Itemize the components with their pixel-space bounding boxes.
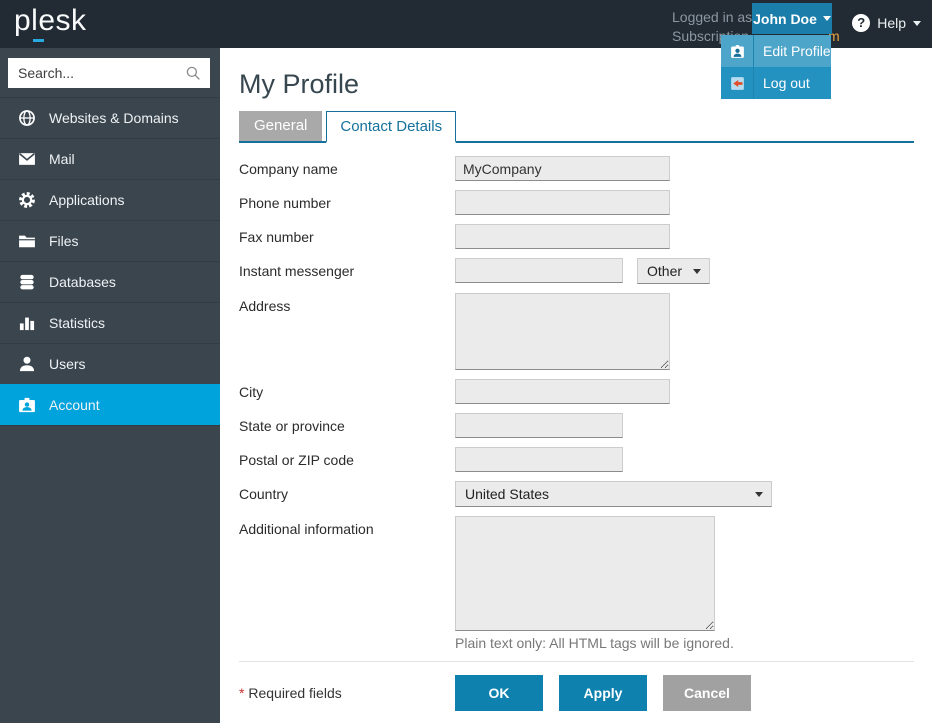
help-button[interactable]: ? Help	[852, 14, 921, 32]
sidebar-item-label: Statistics	[49, 315, 105, 331]
sidebar-nav: Websites & Domains Mail Applications Fil…	[0, 97, 220, 426]
required-asterisk: *	[239, 685, 244, 701]
folder-icon	[17, 231, 37, 251]
sidebar-item-files[interactable]: Files	[0, 220, 220, 261]
form-row: City	[239, 379, 914, 404]
profile-badge-icon	[721, 35, 754, 67]
logged-in-as-label: Logged in as	[672, 9, 752, 25]
search-input[interactable]	[8, 65, 184, 81]
ok-button[interactable]: OK	[455, 675, 543, 711]
sidebar-item-account[interactable]: Account	[0, 384, 220, 425]
state-province-label: State or province	[239, 413, 455, 434]
form-footer: * Required fields OK Apply Cancel	[239, 675, 914, 711]
plain-text-hint: Plain text only: All HTML tags will be i…	[455, 635, 914, 651]
caret-down-icon	[913, 21, 921, 26]
user-menu-button[interactable]: John Doe	[752, 3, 832, 34]
tab-bar: General Contact Details	[239, 111, 914, 143]
form-row: Company name	[239, 156, 914, 181]
form-row: Phone number	[239, 190, 914, 215]
sidebar-item-databases[interactable]: Databases	[0, 261, 220, 302]
sidebar: Websites & Domains Mail Applications Fil…	[0, 48, 220, 723]
sidebar-item-label: Users	[49, 356, 86, 372]
required-fields-note: * Required fields	[239, 675, 455, 701]
instant-messenger-input[interactable]	[455, 258, 623, 283]
form-row: Country United States	[239, 481, 914, 507]
company-name-input[interactable]	[455, 156, 670, 181]
sidebar-item-applications[interactable]: Applications	[0, 179, 220, 220]
sidebar-item-statistics[interactable]: Statistics	[0, 302, 220, 343]
form-row: State or province	[239, 413, 914, 438]
additional-information-label: Additional information	[239, 516, 455, 537]
phone-number-label: Phone number	[239, 190, 455, 211]
tab-general[interactable]: General	[239, 111, 322, 141]
form-row: Additional information	[239, 516, 914, 631]
globe-icon	[17, 108, 37, 128]
required-note-label: Required fields	[248, 685, 341, 701]
sidebar-item-label: Databases	[49, 274, 116, 290]
address-textarea[interactable]	[455, 293, 670, 370]
cancel-button[interactable]: Cancel	[663, 675, 751, 711]
state-province-input[interactable]	[455, 413, 623, 438]
postal-zip-input[interactable]	[455, 447, 623, 472]
footer-divider	[239, 661, 914, 662]
id-badge-icon	[17, 395, 37, 415]
instant-messenger-type-select[interactable]: Other	[637, 258, 710, 284]
phone-number-input[interactable]	[455, 190, 670, 215]
form-row: Address	[239, 293, 914, 370]
search-icon[interactable]	[184, 64, 202, 82]
bar-chart-icon	[17, 313, 37, 333]
select-value: United States	[465, 486, 549, 502]
fax-number-label: Fax number	[239, 224, 455, 245]
menu-item-logout[interactable]: Log out	[721, 67, 831, 99]
plesk-logo: plesk	[14, 4, 87, 38]
city-input[interactable]	[455, 379, 670, 404]
user-name-label: John Doe	[753, 11, 817, 27]
sidebar-item-label: Account	[49, 397, 100, 413]
additional-information-textarea[interactable]	[455, 516, 715, 631]
main-content: My Profile General Contact Details Compa…	[220, 48, 932, 723]
user-icon	[17, 354, 37, 374]
city-label: City	[239, 379, 455, 400]
user-dropdown-menu: Edit Profile Log out	[721, 35, 831, 99]
apply-button[interactable]: Apply	[559, 675, 647, 711]
gear-icon	[17, 190, 37, 210]
logout-arrow-icon	[721, 67, 754, 99]
country-label: Country	[239, 481, 455, 502]
database-icon	[17, 272, 37, 292]
help-label: Help	[877, 15, 906, 31]
menu-item-label: Log out	[754, 67, 810, 99]
mail-icon	[17, 149, 37, 169]
country-select[interactable]: United States	[455, 481, 772, 507]
caret-down-icon	[755, 492, 763, 497]
sidebar-item-label: Mail	[49, 151, 75, 167]
sidebar-item-label: Websites & Domains	[49, 110, 179, 126]
form-row: Fax number	[239, 224, 914, 249]
menu-item-label: Edit Profile	[754, 35, 831, 67]
sidebar-item-label: Applications	[49, 192, 125, 208]
instant-messenger-label: Instant messenger	[239, 258, 455, 279]
form-row: Postal or ZIP code	[239, 447, 914, 472]
menu-item-edit-profile[interactable]: Edit Profile	[721, 35, 831, 67]
caret-down-icon	[823, 16, 831, 21]
postal-zip-label: Postal or ZIP code	[239, 447, 455, 468]
sidebar-item-mail[interactable]: Mail	[0, 138, 220, 179]
sidebar-item-label: Files	[49, 233, 79, 249]
caret-down-icon	[693, 269, 701, 274]
form-row: Instant messenger Other	[239, 258, 914, 284]
company-name-label: Company name	[239, 156, 455, 177]
select-value: Other	[647, 263, 682, 279]
sidebar-item-websites-domains[interactable]: Websites & Domains	[0, 97, 220, 138]
search-box	[8, 58, 210, 88]
address-label: Address	[239, 293, 455, 314]
help-icon: ?	[852, 14, 870, 32]
fax-number-input[interactable]	[455, 224, 670, 249]
sidebar-item-users[interactable]: Users	[0, 343, 220, 384]
tab-contact-details[interactable]: Contact Details	[326, 111, 456, 143]
plesk-logo-underline	[33, 39, 44, 42]
